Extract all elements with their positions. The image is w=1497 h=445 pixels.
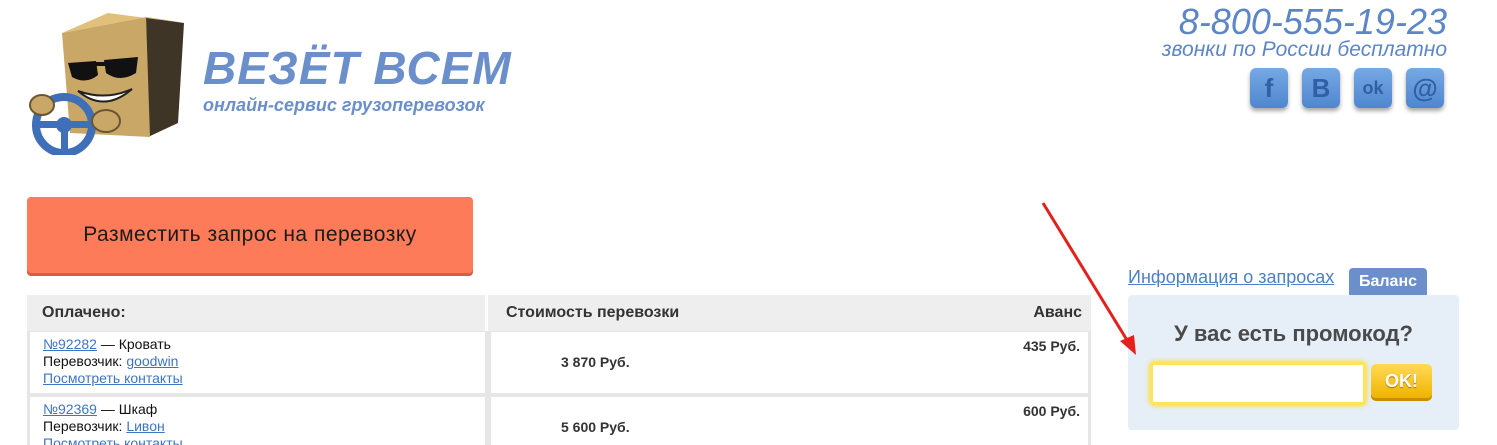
cost-cell: 3 870 Руб. 435 Руб. [491, 332, 1088, 393]
header-cost: Стоимость перевозки [506, 304, 680, 321]
header-divider [485, 295, 488, 331]
post-request-button[interactable]: Разместить запрос на перевозку [27, 197, 473, 273]
order-item: — Шкаф [96, 401, 158, 417]
order-cost: 3 870 Руб. [561, 354, 630, 370]
promo-ok-button[interactable]: OK! [1371, 364, 1432, 398]
order-cost: 5 600 Руб. [561, 419, 630, 435]
phone-note: звонки по России бесплатно [1161, 38, 1447, 61]
header-paid: Оплачено: [42, 304, 126, 321]
table-row: №92369 — Шкаф Перевозчик: Lивон Посмотре… [30, 397, 1088, 445]
cost-cell: 5 600 Руб. 600 Руб. [491, 397, 1088, 445]
email-icon[interactable]: @ [1406, 68, 1444, 108]
view-contacts-link[interactable]: Посмотреть контакты [43, 435, 183, 445]
carrier-label: Перевозчик: [43, 353, 127, 369]
brand-name: ВЕЗЁТ ВСЕМ [203, 42, 512, 94]
view-contacts-link[interactable]: Посмотреть контакты [43, 370, 183, 386]
order-id-link[interactable]: №92369 [43, 401, 97, 417]
orders-table: Оплачено: Стоимость перевозки Аванс №922… [27, 295, 1091, 445]
phone-number[interactable]: 8-800-555-19-23 [1179, 2, 1447, 42]
table-row: №92282 — Кровать Перевозчик: goodwin Пос… [30, 332, 1088, 393]
order-id-link[interactable]: №92282 [43, 336, 97, 352]
annotation-arrow-icon [1041, 202, 1136, 355]
order-cell: №92369 — Шкаф Перевозчик: Lивон Посмотре… [30, 397, 485, 445]
carrier-label: Перевозчик: [43, 418, 127, 434]
tab-balance[interactable]: Баланс [1349, 268, 1427, 295]
requests-info-link[interactable]: Информация о запросах [1128, 267, 1334, 288]
facebook-icon[interactable]: f [1250, 68, 1288, 108]
promo-code-input[interactable] [1150, 362, 1366, 405]
order-cell: №92282 — Кровать Перевозчик: goodwin Пос… [30, 332, 485, 393]
order-item: — Кровать [96, 336, 171, 352]
promo-title: У вас есть промокод? [1174, 321, 1413, 346]
social-links: f B ok @ [1250, 68, 1444, 108]
promo-code-panel: У вас есть промокод? OK! [1128, 295, 1459, 430]
logo-mascot-icon [29, 13, 184, 155]
order-advance: 600 Руб. [1023, 403, 1080, 419]
carrier-link[interactable]: goodwin [126, 353, 178, 369]
brand-tagline: онлайн-сервис грузоперевозок [203, 95, 485, 115]
odnoklassniki-icon[interactable]: ok [1354, 68, 1392, 108]
vk-icon[interactable]: B [1302, 68, 1340, 108]
table-header: Оплачено: Стоимость перевозки Аванс [27, 295, 1091, 331]
carrier-link[interactable]: Lивон [126, 418, 164, 434]
